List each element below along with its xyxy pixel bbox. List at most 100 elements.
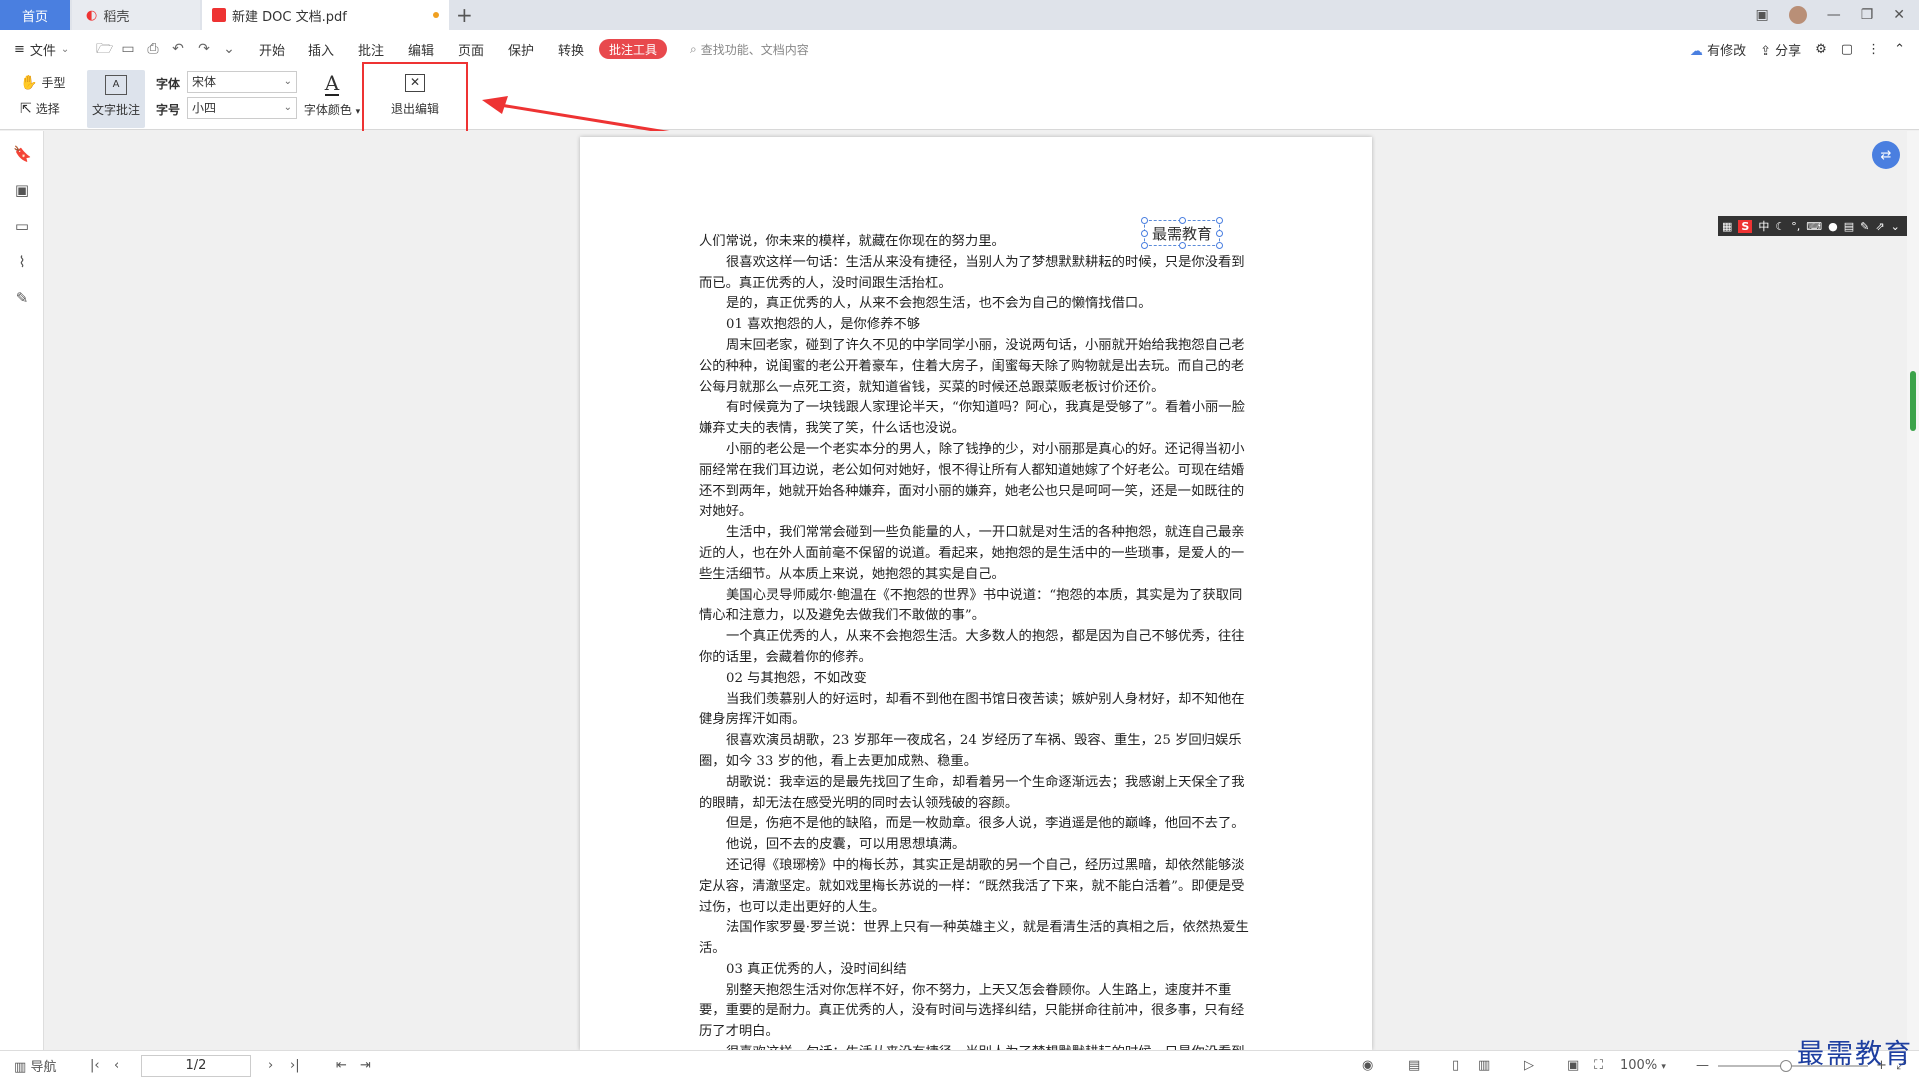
scrollbar-thumb[interactable]	[1910, 371, 1916, 431]
menu-start[interactable]: 开始	[259, 30, 285, 68]
tab-pdf-document[interactable]: 新建 DOC 文档.pdf	[202, 0, 449, 30]
document-paragraph: 很喜欢这样一句话：生活从来没有捷径，当别人为了梦想默默耕耘的时候，只是你没看到而…	[699, 254, 1245, 291]
skin-icon: ▤	[1843, 219, 1855, 233]
select-tool-button[interactable]: ⇱ 选择	[20, 100, 60, 117]
text-annotation-box[interactable]: 最需教育	[1141, 217, 1223, 249]
continuous-icon[interactable]: ▯	[1452, 1058, 1459, 1073]
redo-icon[interactable]: ↷	[196, 41, 212, 57]
bookmark-icon[interactable]: 🔖	[13, 145, 32, 163]
user-icon: ●	[1828, 219, 1838, 233]
open-folder-icon[interactable]: 🗁	[96, 41, 113, 57]
print-icon[interactable]: ⎙	[145, 41, 161, 57]
fit-width-icon[interactable]: ▣	[1567, 1058, 1579, 1073]
attachment-icon[interactable]: ⌇	[13, 253, 31, 271]
share-label: 分享	[1775, 43, 1802, 59]
resize-handle[interactable]	[1216, 217, 1223, 224]
document-paragraph: 别整天抱怨生活对你怎样不好，你不努力，上天又怎会眷顾你。人生路上，速度并不重要，…	[699, 982, 1245, 1040]
zoom-out-icon[interactable]: —	[1696, 1058, 1709, 1073]
font-size-value: 小四	[192, 101, 217, 115]
document-paragraph: 一个真正优秀的人，从来不会抱怨生活。大多数人的抱怨，都是因为自己不够优秀，往往你…	[699, 629, 1245, 665]
share-button[interactable]: ⇪ 分享	[1760, 40, 1801, 59]
nav-toggle[interactable]: ▥ 导航	[14, 1056, 56, 1075]
search-box[interactable]: ⌕ 查找功能、文档内容	[690, 30, 809, 68]
document-paragraph: 还记得《琅琊榜》中的梅长苏，其实正是胡歌的另一个自己，经历过黑暗，却依然能够淡定…	[699, 857, 1245, 915]
tab-daoke[interactable]: ◐ 稻壳	[72, 0, 200, 30]
next-page-icon[interactable]: ›	[268, 1058, 273, 1073]
back-icon[interactable]: ⇤	[336, 1058, 347, 1073]
forward-icon[interactable]: ⇥	[360, 1058, 371, 1073]
menu-convert[interactable]: 转换	[558, 30, 584, 68]
document-paragraph: 02 与其抱怨，不如改变	[726, 670, 867, 686]
hand-tool-label: 手型	[41, 76, 66, 90]
font-select[interactable]: 宋体 ⌄	[187, 71, 297, 93]
fit-page-icon[interactable]: ⛶	[1594, 1058, 1603, 1073]
signature-icon[interactable]: ✎	[13, 289, 31, 307]
resize-handle[interactable]	[1141, 230, 1148, 237]
menu-annotation-tool-label: 批注工具	[609, 42, 658, 57]
chevron-down-icon: ⌄	[1890, 219, 1900, 233]
close-icon[interactable]: ✕	[1893, 7, 1905, 23]
document-paragraph: 他说，回不去的皮囊，可以用思想填满。	[726, 837, 966, 853]
menu-insert[interactable]: 插入	[308, 30, 334, 68]
hand-tool-button[interactable]: ✋ 手型	[20, 74, 65, 91]
more-icon[interactable]: ⋮	[1867, 42, 1880, 57]
font-select-value: 宋体	[192, 75, 217, 89]
resize-handle[interactable]	[1216, 230, 1223, 237]
menu-annotation-tool[interactable]: 批注工具	[599, 39, 668, 59]
status-bar: ▥ 导航 |‹ ‹ 1/2 › ›| ⇤ ⇥ ◉ ▤ ▯ ▥ ▷ ▣ ⛶ 100…	[0, 1050, 1919, 1080]
ime-toolbar[interactable]: ▦ S 中 ☾ °, ⌨ ● ▤ ✎ ⇗ ⌄	[1718, 216, 1915, 236]
font-color-button[interactable]: A 字体颜色 ▾	[302, 72, 362, 118]
nav-label: 导航	[30, 1060, 57, 1075]
resize-handle[interactable]	[1141, 217, 1148, 224]
document-paragraph: 是的，真正优秀的人，从来不会抱怨生活，也不会为自己的懒惰找借口。	[726, 296, 1152, 312]
menu-bar: ≡ 文件 ⌄ 🗁 ▭ ⎙ ↶ ↷ ⌄ 开始 插入 批注 编辑 页面 保护 转换 …	[0, 30, 1919, 68]
font-label: 字体	[156, 77, 181, 91]
resize-handle[interactable]	[1179, 217, 1186, 224]
page-number-input[interactable]: 1/2	[141, 1055, 251, 1077]
first-page-icon[interactable]: |‹	[90, 1058, 100, 1073]
last-page-icon[interactable]: ›|	[290, 1058, 300, 1073]
collapse-icon[interactable]: ⌃	[1894, 42, 1905, 57]
restore-icon[interactable]: ❐	[1861, 7, 1874, 23]
size-label: 字号	[156, 103, 181, 117]
share-icon: ⇪	[1760, 43, 1771, 59]
font-size-select[interactable]: 小四 ⌄	[187, 97, 297, 119]
expand-icon: ⇗	[1875, 219, 1885, 233]
thumbnail-icon[interactable]: ▣	[13, 181, 31, 199]
resize-handle[interactable]	[1141, 242, 1148, 249]
tab-pdf-label: 新建 DOC 文档.pdf	[232, 9, 347, 25]
minimize-icon[interactable]: —	[1827, 7, 1841, 23]
settings-icon[interactable]: ⚙	[1815, 42, 1827, 57]
prev-page-icon[interactable]: ‹	[114, 1058, 119, 1073]
page-number-value: 1/2	[185, 1058, 207, 1073]
menu-edit-label: 编辑	[408, 43, 435, 59]
single-page-icon[interactable]: ▤	[1408, 1058, 1420, 1073]
has-changes-label: 有修改	[1707, 43, 1747, 59]
menu-protect[interactable]: 保护	[508, 30, 534, 68]
layout-icon[interactable]: ▣	[1755, 7, 1768, 23]
file-menu[interactable]: ≡ 文件 ⌄	[14, 30, 69, 68]
floating-translate-button[interactable]: ⇄	[1872, 141, 1900, 169]
dual-page-icon[interactable]: ▥	[1478, 1058, 1490, 1073]
resize-handle[interactable]	[1179, 242, 1186, 249]
document-paragraph: 01 喜欢抱怨的人，是你修养不够	[726, 317, 921, 333]
menu-insert-label: 插入	[308, 43, 335, 59]
resize-handle[interactable]	[1216, 242, 1223, 249]
zoom-dropdown[interactable]: 100% ▾	[1620, 1058, 1666, 1073]
comment-icon[interactable]: ▭	[13, 217, 31, 235]
has-changes-button[interactable]: ☁ 有修改	[1690, 40, 1746, 59]
play-icon[interactable]: ▷	[1524, 1058, 1534, 1073]
avatar[interactable]	[1788, 6, 1807, 24]
new-tab-icon[interactable]: +	[456, 3, 473, 27]
chevron-down-icon: ⌄	[283, 76, 292, 87]
comment-icon[interactable]: ▢	[1841, 42, 1853, 57]
menu-start-label: 开始	[259, 43, 286, 59]
save-icon[interactable]: ▭	[120, 41, 136, 57]
quick-access-dropdown-icon[interactable]: ⌄	[221, 41, 237, 57]
text-annotation-button[interactable]: A 文字批注	[87, 70, 145, 128]
tab-home[interactable]: 首页	[0, 0, 70, 30]
vertical-scrollbar[interactable]	[1907, 131, 1919, 1050]
eye-icon[interactable]: ◉	[1362, 1058, 1373, 1073]
undo-icon[interactable]: ↶	[170, 41, 186, 57]
zoom-slider-knob[interactable]	[1780, 1060, 1792, 1072]
